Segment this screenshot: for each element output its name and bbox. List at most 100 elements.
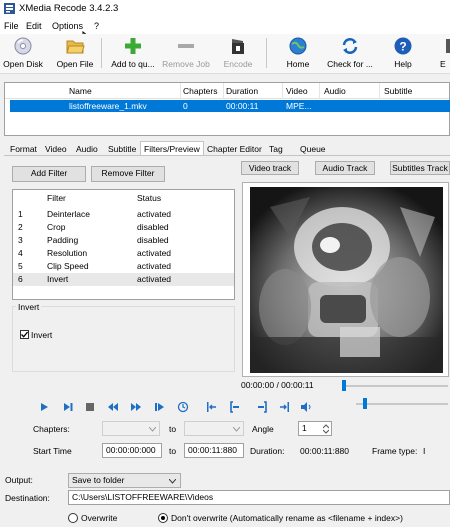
video-frame-image: [250, 187, 443, 373]
start-time-label: Start Time: [33, 446, 72, 456]
open-file-button[interactable]: Open File: [54, 36, 96, 72]
list-item[interactable]: 4 Resolution activated: [13, 247, 234, 260]
start-time-field[interactable]: 00:00:00:000: [102, 443, 162, 458]
open-disk-label: Open Disk: [3, 59, 43, 69]
output-label: Output:: [5, 475, 33, 485]
column-header-chapters[interactable]: Chapters: [183, 86, 218, 96]
destination-field[interactable]: C:\Users\LISTOFFREEWARE\Videos: [68, 490, 450, 505]
exit-label: E: [440, 59, 446, 69]
file-list[interactable]: Name Chapters Duration Video Audio Subti…: [4, 82, 450, 136]
set-start-marker-icon[interactable]: [229, 401, 241, 413]
list-item[interactable]: 1 Deinterlace activated: [13, 208, 234, 221]
home-button[interactable]: Home: [280, 36, 316, 72]
video-track-button[interactable]: Video track: [241, 161, 299, 175]
help-icon: ?: [394, 37, 412, 55]
toolbar-separator: [266, 38, 267, 68]
invert-checkbox[interactable]: [20, 330, 29, 339]
chapters-end-select[interactable]: [184, 421, 244, 436]
chapters-label: Chapters:: [33, 424, 70, 434]
seek-slider-thumb[interactable]: [342, 380, 346, 391]
audio-track-button[interactable]: Audio Track: [315, 161, 375, 175]
dont-overwrite-radio[interactable]: [158, 513, 168, 523]
check-for-updates-button[interactable]: Check for ...: [324, 36, 376, 72]
add-to-queue-button[interactable]: Add to qu...: [108, 36, 158, 72]
zoom-slider-thumb[interactable]: [363, 398, 367, 409]
tab-format[interactable]: Format: [7, 142, 40, 156]
invert-checkbox-label[interactable]: Invert: [31, 330, 52, 340]
table-row[interactable]: listoffreeware_1.mkv 0 00:00:11 MPE...: [10, 100, 450, 112]
filter-name: Crop: [47, 222, 66, 232]
tab-queue[interactable]: Queue: [297, 142, 329, 156]
go-to-end-icon[interactable]: [278, 401, 290, 413]
set-end-marker-icon[interactable]: [256, 401, 268, 413]
add-filter-button[interactable]: Add Filter: [12, 166, 86, 182]
filter-list[interactable]: Filter Status 1 Deinterlace activated 2 …: [12, 189, 235, 300]
video-preview: [242, 182, 449, 377]
home-label: Home: [286, 59, 310, 69]
column-header-duration[interactable]: Duration: [226, 86, 258, 96]
menu-help[interactable]: ?: [94, 21, 99, 31]
cell-name: listoffreeware_1.mkv: [69, 101, 147, 111]
time-to-label: to: [169, 446, 177, 456]
filter-list-header: Filter Status: [13, 192, 234, 205]
overwrite-label[interactable]: Overwrite: [81, 513, 117, 523]
end-time-field[interactable]: 00:00:11:880: [184, 443, 244, 458]
seek-slider-track[interactable]: [344, 385, 448, 387]
menu-file[interactable]: File: [4, 21, 19, 31]
filter-status: activated: [137, 248, 172, 258]
angle-spinbox[interactable]: 1: [298, 421, 332, 436]
list-item[interactable]: 6 Invert activated: [13, 273, 234, 286]
exit-button[interactable]: E: [440, 36, 450, 72]
folder-open-icon: [66, 40, 85, 54]
rewind-icon[interactable]: [107, 401, 119, 413]
fast-forward-icon[interactable]: [130, 401, 142, 413]
dont-overwrite-label[interactable]: Don't overwrite (Automatically rename as…: [171, 513, 403, 523]
tab-video[interactable]: Video: [42, 142, 70, 156]
menu-edit[interactable]: Edit: [26, 21, 42, 31]
overwrite-radio[interactable]: [68, 513, 78, 523]
column-header-subtitle[interactable]: Subtitle: [384, 86, 412, 96]
play-icon[interactable]: [38, 401, 50, 413]
step-forward-icon[interactable]: [62, 401, 74, 413]
remove-filter-button[interactable]: Remove Filter: [91, 166, 165, 182]
filter-number: 6: [18, 274, 23, 284]
volume-icon[interactable]: [300, 401, 312, 413]
help-button[interactable]: ? Help: [388, 36, 418, 72]
open-disk-button[interactable]: Open Disk: [2, 36, 44, 72]
column-header-audio[interactable]: Audio: [324, 86, 346, 96]
cell-chapters: 0: [183, 101, 188, 111]
help-label: Help: [394, 59, 412, 69]
filter-number: 5: [18, 261, 23, 271]
duration-label: Duration:: [250, 446, 285, 456]
tab-subtitle[interactable]: Subtitle: [105, 142, 139, 156]
column-header-video[interactable]: Video: [286, 86, 308, 96]
list-item[interactable]: 2 Crop disabled: [13, 221, 234, 234]
tab-filters-preview[interactable]: Filters/Preview: [140, 141, 204, 156]
column-divider: [180, 83, 181, 99]
spinner-arrows-icon[interactable]: [323, 424, 329, 434]
zoom-slider-track[interactable]: [356, 403, 448, 405]
tab-chapter-editor[interactable]: Chapter Editor: [204, 142, 265, 156]
output-select[interactable]: Save to folder: [68, 473, 181, 488]
tab-tag[interactable]: Tag: [266, 142, 286, 156]
column-header-filter[interactable]: Filter: [47, 193, 66, 203]
filter-number: 2: [18, 222, 23, 232]
stop-icon[interactable]: [84, 401, 96, 413]
chapters-start-select[interactable]: [102, 421, 160, 436]
toolbar: Open Disk Open File Add to qu... Remove …: [0, 34, 450, 74]
column-header-name[interactable]: Name: [69, 86, 92, 96]
encode-button[interactable]: Encode: [218, 36, 258, 72]
subtitles-track-button[interactable]: Subtitles Track: [390, 161, 450, 175]
refresh-icon: [342, 38, 358, 54]
column-header-status[interactable]: Status: [137, 193, 161, 203]
tab-audio[interactable]: Audio: [73, 142, 101, 156]
next-frame-icon[interactable]: [154, 401, 166, 413]
filter-status: disabled: [137, 235, 169, 245]
remove-job-button[interactable]: Remove Job: [160, 36, 212, 72]
menu-options[interactable]: Options: [52, 21, 83, 31]
list-item[interactable]: 5 Clip Speed activated: [13, 260, 234, 273]
cell-duration: 00:00:11: [226, 101, 259, 111]
clock-icon[interactable]: [177, 401, 189, 413]
go-to-start-icon[interactable]: [206, 401, 218, 413]
list-item[interactable]: 3 Padding disabled: [13, 234, 234, 247]
